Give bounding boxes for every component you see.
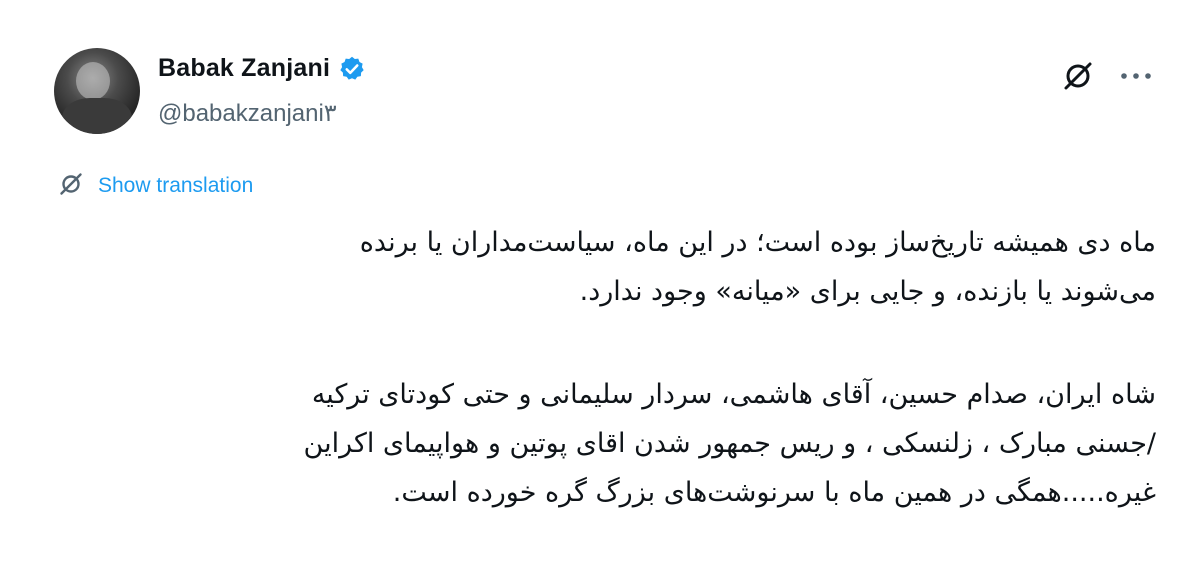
tweet-paragraph-1: ماه دی همیشه تاریخ‌ساز بوده است؛ در این … bbox=[76, 218, 1156, 316]
more-icon[interactable] bbox=[1118, 70, 1154, 82]
avatar-head-shape bbox=[76, 62, 110, 100]
avatar[interactable] bbox=[54, 48, 140, 134]
show-translation-label[interactable]: Show translation bbox=[98, 174, 253, 198]
tweet-top-actions bbox=[1060, 58, 1154, 94]
author-name-row: Babak Zanjani bbox=[158, 54, 366, 83]
avatar-body-shape bbox=[62, 98, 132, 134]
tweet-text-line: ماه دی همیشه تاریخ‌ساز بوده است؛ در این … bbox=[359, 227, 1156, 258]
show-translation-button[interactable]: Show translation bbox=[58, 171, 253, 201]
grok-icon[interactable] bbox=[1060, 58, 1096, 94]
verified-badge-icon bbox=[338, 55, 366, 83]
tweet-text-line: شاه ایران، صدام حسین، آقای هاشمی، سردار … bbox=[311, 379, 1156, 410]
tweet-text-line: می‌شوند یا بازنده، و جایی برای «میانه» و… bbox=[579, 276, 1156, 307]
author-handle[interactable]: @babakzanjani۳ bbox=[158, 99, 337, 128]
tweet-text-line: غیره.....همگی در همین ماه با سرنوشت‌های … bbox=[392, 477, 1156, 508]
author-name[interactable]: Babak Zanjani bbox=[158, 54, 330, 83]
tweet-card: Babak Zanjani @babakzanjani۳ Show transl… bbox=[0, 0, 1200, 574]
tweet-text-line: /جسنی مبارک ، زلنسکی ، و ریس جمهور شدن ا… bbox=[303, 428, 1156, 459]
translate-icon bbox=[58, 171, 84, 201]
tweet-paragraph-2: شاه ایران، صدام حسین، آقای هاشمی، سردار … bbox=[76, 370, 1156, 517]
